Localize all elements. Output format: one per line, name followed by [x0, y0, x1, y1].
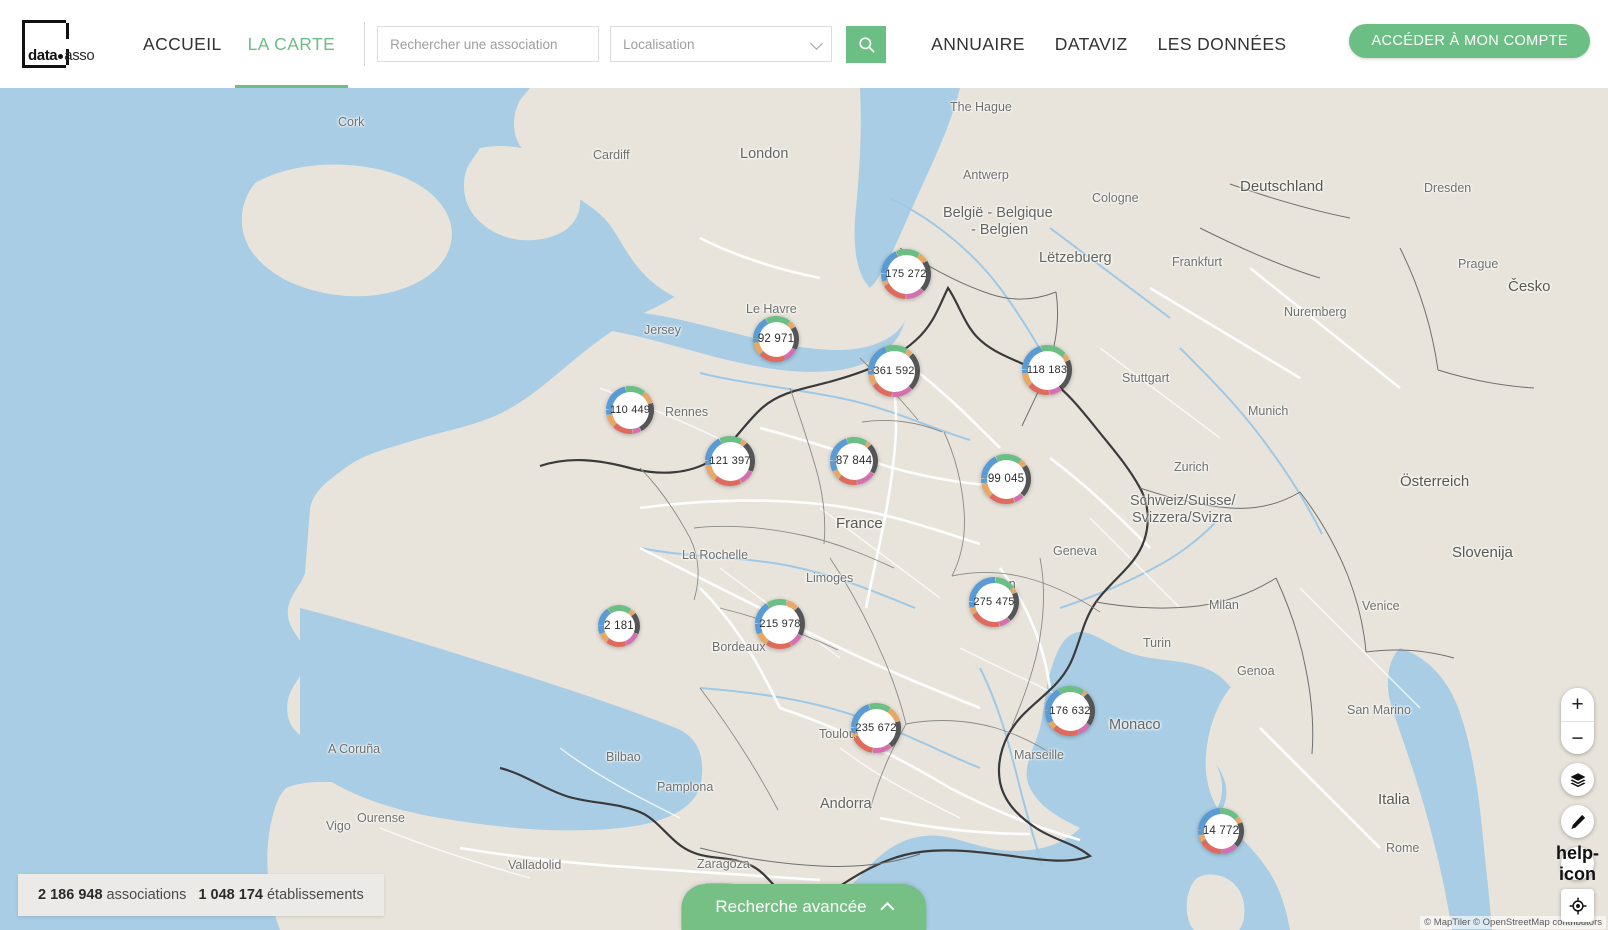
donut-value: 176 632	[1049, 705, 1091, 717]
region-donut-marker[interactable]: 176 632	[1045, 686, 1095, 736]
donut-center: 110 449	[609, 391, 651, 429]
region-donut-marker[interactable]: 110 449	[606, 386, 654, 434]
donut-center: 118 183	[1026, 350, 1068, 390]
donut-value: 87 844	[835, 455, 873, 467]
region-donut-marker[interactable]: 92 971	[753, 316, 799, 362]
donut-center: 235 672	[855, 708, 897, 748]
logo-text: data asso	[28, 47, 95, 64]
establishments-count: 1 048 174	[198, 887, 263, 903]
search-icon	[858, 36, 875, 52]
donut-center: 2 181	[603, 610, 635, 642]
search-bar	[377, 25, 887, 63]
donut-value: 235 672	[855, 722, 897, 734]
help-button[interactable]: help-icon	[1556, 843, 1599, 884]
zoom-control-group: + −	[1561, 688, 1594, 754]
donut-value: 121 397	[709, 455, 751, 467]
logo-dot-icon	[58, 54, 64, 59]
basemap-graphic: .land { fill:#e8e4dc; } .water { fill:#a…	[0, 88, 1608, 930]
stats-summary-bar: 2 186 948 associations 1 048 174 établis…	[18, 874, 384, 916]
region-donut-marker[interactable]: 235 672	[851, 703, 901, 753]
nav-item-accueil[interactable]: ACCUEIL	[130, 0, 235, 88]
page-root: data asso ACCUEIL LA CARTE ANNUAIRE DATAV…	[0, 0, 1608, 930]
map-canvas[interactable]: .land { fill:#e8e4dc; } .water { fill:#a…	[0, 88, 1608, 930]
donut-center: 175 272	[885, 254, 927, 294]
site-logo[interactable]: data asso	[22, 20, 98, 68]
primary-navigation: ACCUEIL LA CARTE	[130, 0, 377, 88]
region-donut-marker[interactable]: 361 592	[868, 345, 920, 397]
donut-center: 87 844	[835, 442, 873, 480]
donut-value: 110 449	[609, 404, 651, 416]
region-donut-marker[interactable]: 118 183	[1022, 345, 1072, 395]
donut-center: 176 632	[1049, 691, 1091, 731]
account-button[interactable]: ACCÉDER À MON COMPTE	[1349, 24, 1590, 58]
donut-value: 275 475	[973, 596, 1015, 608]
donut-value: 92 971	[757, 333, 795, 345]
region-donut-marker[interactable]: 275 475	[969, 577, 1019, 627]
search-association-input[interactable]	[377, 26, 600, 62]
donut-center: 99 045	[986, 459, 1026, 499]
nav-item-annuaire[interactable]: ANNUAIRE	[916, 0, 1040, 88]
logo-text-asso: asso	[64, 47, 95, 64]
nav-item-les-donnees[interactable]: LES DONNÉES	[1143, 0, 1302, 88]
donut-center: 215 978	[759, 604, 801, 644]
donut-center: 121 397	[709, 441, 751, 481]
locate-button[interactable]	[1561, 889, 1594, 922]
region-donut-marker[interactable]: 215 978	[755, 599, 805, 649]
donut-value: 175 272	[885, 268, 927, 280]
nav-divider	[364, 22, 366, 66]
advanced-search-button[interactable]: Recherche avancée	[681, 884, 927, 930]
donut-center: 92 971	[757, 321, 795, 357]
chevron-up-icon	[880, 901, 895, 917]
donut-center: 275 475	[973, 582, 1015, 622]
region-donut-marker[interactable]: 121 397	[705, 436, 755, 486]
donut-center: 14 772	[1202, 813, 1240, 849]
location-input[interactable]	[610, 26, 833, 62]
site-header: data asso ACCUEIL LA CARTE ANNUAIRE DATAV…	[0, 0, 1608, 88]
layers-button[interactable]	[1561, 763, 1594, 796]
donut-value: 118 183	[1026, 364, 1068, 376]
zoom-in-button[interactable]: +	[1561, 688, 1594, 721]
donut-value: 361 592	[873, 365, 915, 377]
region-donut-marker[interactable]: 2 181	[598, 605, 640, 647]
logo-text-data: data	[28, 47, 58, 64]
nav-item-dataviz[interactable]: DATAVIZ	[1040, 0, 1143, 88]
zoom-out-button[interactable]: −	[1561, 721, 1594, 754]
draw-button[interactable]	[1561, 805, 1594, 838]
layers-icon	[1570, 772, 1585, 787]
donut-value: 14 772	[1202, 825, 1240, 837]
donut-center: 361 592	[873, 350, 915, 392]
pencil-icon	[1570, 814, 1585, 829]
associations-label: associations	[106, 887, 187, 903]
advanced-search-label: Recherche avancée	[715, 897, 867, 916]
associations-count: 2 186 948	[38, 887, 103, 903]
donut-value: 215 978	[759, 618, 801, 630]
secondary-navigation: ANNUAIRE DATAVIZ LES DONNÉES	[916, 0, 1301, 88]
region-donut-marker[interactable]: 99 045	[981, 454, 1031, 504]
donut-value: 2 181	[604, 620, 634, 632]
map-controls: + − help-icon	[1556, 688, 1599, 922]
establishments-label: établissements	[266, 887, 364, 903]
region-donut-marker[interactable]: 175 272	[881, 249, 931, 299]
search-button[interactable]	[846, 25, 887, 63]
location-field-wrapper	[610, 26, 833, 62]
nav-item-la-carte[interactable]: LA CARTE	[234, 0, 349, 88]
locate-icon	[1568, 896, 1587, 915]
region-donut-marker[interactable]: 87 844	[830, 437, 878, 485]
region-donut-marker[interactable]: 14 772	[1198, 808, 1244, 854]
donut-value: 99 045	[987, 473, 1025, 485]
